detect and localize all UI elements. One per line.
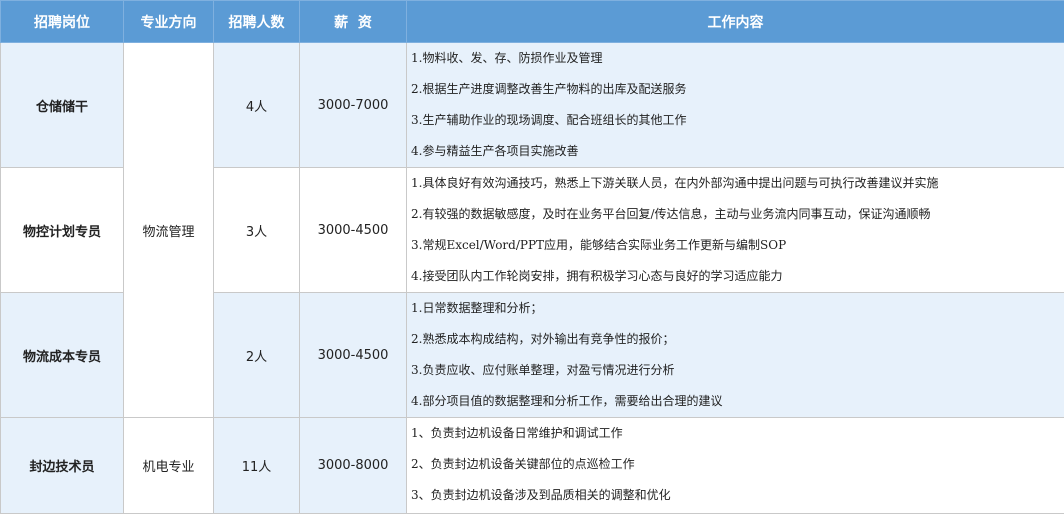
position-cell: 物控计划专员 (1, 168, 124, 293)
header-headcount: 招聘人数 (214, 1, 300, 43)
duty-line: 3.负责应收、应付账单整理，对盈亏情况进行分析 (407, 355, 1064, 386)
duty-line: 4.接受团队内工作轮岗安排，拥有积极学习心态与良好的学习适应能力 (407, 261, 1064, 292)
header-direction: 专业方向 (124, 1, 214, 43)
duty-line: 3.生产辅助作业的现场调度、配合班组长的其他工作 (407, 105, 1064, 136)
salary-cell: 3000-4500 (300, 293, 407, 418)
duties-cell: 1.物料收、发、存、防损作业及管理 2.根据生产进度调整改善生产物料的出库及配送… (407, 43, 1064, 168)
salary-cell: 3000-7000 (300, 43, 407, 168)
duty-line: 3.常规Excel/Word/PPT应用，能够结合实际业务工作更新与编制SOP (407, 230, 1064, 261)
duty-line: 1.物料收、发、存、防损作业及管理 (407, 43, 1064, 74)
duty-line: 2、负责封边机设备关键部位的点巡检工作 (407, 449, 1064, 480)
salary-cell: 3000-4500 (300, 168, 407, 293)
duties-cell: 1、负责封边机设备日常维护和调试工作 2、负责封边机设备关键部位的点巡检工作 3… (407, 418, 1064, 514)
duty-line: 1.具体良好有效沟通技巧，熟悉上下游关联人员，在内外部沟通中提出问题与可执行改善… (407, 168, 1064, 199)
direction-cell: 机电专业 (124, 418, 214, 514)
duties-cell: 1.日常数据整理和分析； 2.熟悉成本构成结构，对外输出有竞争性的报价； 3.负… (407, 293, 1064, 418)
headcount-cell: 3人 (214, 168, 300, 293)
duty-line: 1、负责封边机设备日常维护和调试工作 (407, 418, 1064, 449)
duty-line: 2.根据生产进度调整改善生产物料的出库及配送服务 (407, 74, 1064, 105)
duty-line: 2.熟悉成本构成结构，对外输出有竞争性的报价； (407, 324, 1064, 355)
duty-line: 1.日常数据整理和分析； (407, 293, 1064, 324)
duty-line: 3、负责封边机设备涉及到品质相关的调整和优化 (407, 480, 1064, 511)
position-cell: 封边技术员 (1, 418, 124, 514)
header-content: 工作内容 (407, 1, 1064, 43)
header-salary: 薪 资 (300, 1, 407, 43)
duties-cell: 1.具体良好有效沟通技巧，熟悉上下游关联人员，在内外部沟通中提出问题与可执行改善… (407, 168, 1064, 293)
direction-cell: 物流管理 (124, 43, 214, 418)
duty-line: 2.有较强的数据敏感度，及时在业务平台回复/传达信息，主动与业务流内同事互动，保… (407, 199, 1064, 230)
headcount-cell: 11人 (214, 418, 300, 514)
table-row: 仓储储干 物流管理 4人 3000-7000 1.物料收、发、存、防损作业及管理… (1, 43, 1064, 168)
duty-line: 4.参与精益生产各项目实施改善 (407, 136, 1064, 167)
position-cell: 物流成本专员 (1, 293, 124, 418)
salary-cell: 3000-8000 (300, 418, 407, 514)
header-position: 招聘岗位 (1, 1, 124, 43)
headcount-cell: 4人 (214, 43, 300, 168)
recruitment-table: 招聘岗位 专业方向 招聘人数 薪 资 工作内容 仓储储干 物流管理 4人 300… (0, 0, 1064, 514)
headcount-cell: 2人 (214, 293, 300, 418)
header-row: 招聘岗位 专业方向 招聘人数 薪 资 工作内容 (1, 1, 1064, 43)
table-row: 封边技术员 机电专业 11人 3000-8000 1、负责封边机设备日常维护和调… (1, 418, 1064, 514)
position-cell: 仓储储干 (1, 43, 124, 168)
duty-line: 4.部分项目值的数据整理和分析工作，需要给出合理的建议 (407, 386, 1064, 417)
